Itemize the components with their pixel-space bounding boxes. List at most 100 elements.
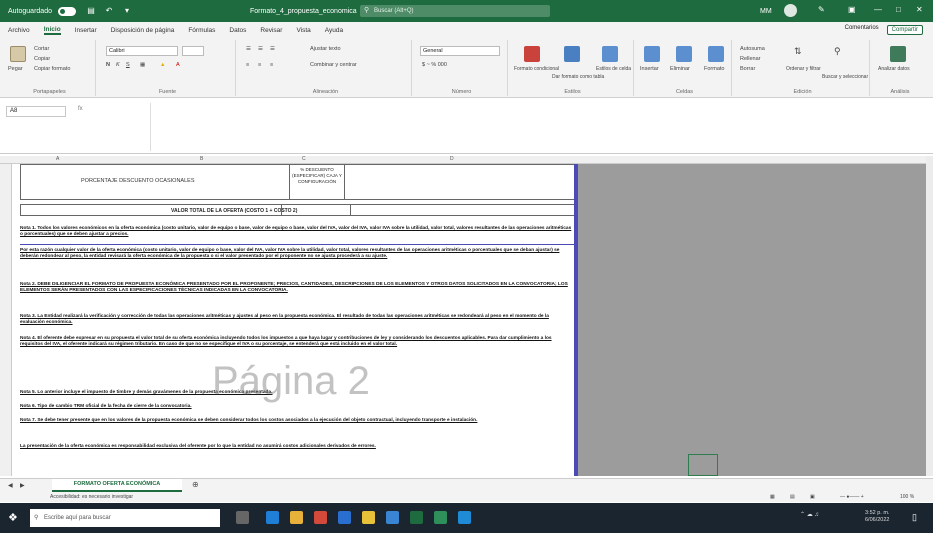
font-name-select[interactable]: Calibri xyxy=(106,46,178,56)
total-value-cell[interactable] xyxy=(281,205,351,215)
app-icon-mail[interactable] xyxy=(386,511,399,524)
edge-icon[interactable] xyxy=(266,511,279,524)
align-center-icon[interactable]: ≡ xyxy=(258,62,261,68)
align-middle-icon[interactable]: ☰ xyxy=(258,46,263,52)
zoom-slider[interactable]: — ●—— + xyxy=(840,494,864,500)
close-icon[interactable]: ✕ xyxy=(916,5,923,14)
add-sheet-icon[interactable]: ⊕ xyxy=(192,480,199,489)
tab-file[interactable]: Archivo xyxy=(8,27,30,34)
conditional-format-icon[interactable] xyxy=(524,46,540,62)
column-header[interactable]: D xyxy=(450,156,454,162)
excel-icon[interactable] xyxy=(410,511,423,524)
notification-icon[interactable]: ▯ xyxy=(912,512,917,523)
comments-button[interactable]: Comentarios xyxy=(845,25,879,35)
number-format-select[interactable]: General xyxy=(420,46,500,56)
minimize-icon[interactable]: — xyxy=(874,5,882,14)
align-bottom-icon[interactable]: ☰ xyxy=(270,46,275,52)
borders-icon[interactable]: ▦ xyxy=(140,62,145,68)
accessibility-status[interactable]: Accesibilidad: es necesario investigar xyxy=(50,494,133,500)
bold-icon[interactable]: N xyxy=(106,62,110,68)
font-color-icon[interactable]: A xyxy=(176,62,180,68)
format-cells-icon[interactable] xyxy=(708,46,724,62)
vertical-scrollbar[interactable] xyxy=(926,156,933,476)
find-select-icon[interactable]: ⚲ xyxy=(834,46,841,57)
app-icon-blue[interactable] xyxy=(338,511,351,524)
page-break-view-icon[interactable]: ▣ xyxy=(810,494,815,500)
file-explorer-icon[interactable] xyxy=(290,511,303,524)
page-layout-view-icon[interactable]: ▤ xyxy=(790,494,795,500)
app-icon-green[interactable] xyxy=(434,511,447,524)
clear-button[interactable]: Borrar xyxy=(740,66,755,72)
analyze-data-icon[interactable] xyxy=(890,46,906,62)
tab-home[interactable]: Inicio xyxy=(43,26,61,35)
align-top-icon[interactable]: ☰ xyxy=(246,46,251,52)
formula-input[interactable] xyxy=(150,103,926,151)
fill-color-icon[interactable]: ▲ xyxy=(160,62,165,68)
conditional-format-button[interactable]: Formato condicional xyxy=(514,66,559,72)
column-header[interactable]: B xyxy=(200,156,203,162)
delete-cells-button[interactable]: Eliminar xyxy=(670,66,690,72)
search-box[interactable]: ⚲ Buscar (Alt+Q) xyxy=(360,5,550,17)
autosum-button[interactable]: Autosuma xyxy=(740,46,765,52)
task-view-icon[interactable] xyxy=(236,511,249,524)
next-sheet-icon[interactable]: ▶ xyxy=(20,482,25,489)
insert-cells-icon[interactable] xyxy=(644,46,660,62)
pen-icon[interactable]: ✎ xyxy=(818,5,825,14)
undo-icon[interactable]: ↶ xyxy=(104,6,114,16)
merge-center-button[interactable]: Combinar y centrar xyxy=(310,62,357,68)
customize-icon[interactable]: ▾ xyxy=(122,6,132,16)
currency-icon[interactable]: $ ~ % 000 xyxy=(422,62,447,68)
sheet-tab-formato[interactable]: FORMATO OFERTA ECONÓMICA xyxy=(52,479,182,492)
system-tray[interactable]: ⌃ ☁ ♫ xyxy=(800,511,819,518)
clock[interactable]: 3:52 p. m. 6/06/2022 xyxy=(865,510,889,524)
font-size-select[interactable] xyxy=(182,46,204,56)
sort-filter-icon[interactable]: ⇅ xyxy=(794,46,802,57)
tab-page-layout[interactable]: Disposición de página xyxy=(111,27,175,34)
zoom-level[interactable]: 100 % xyxy=(900,494,914,500)
italic-icon[interactable]: K xyxy=(116,62,120,68)
tab-view[interactable]: Vista xyxy=(296,27,310,34)
copy-button[interactable]: Copiar xyxy=(34,56,50,62)
ribbon-display-icon[interactable]: ▣ xyxy=(848,5,856,14)
normal-view-icon[interactable]: ▦ xyxy=(770,494,775,500)
paste-icon[interactable] xyxy=(10,46,26,62)
underline-icon[interactable]: S xyxy=(126,62,130,68)
taskbar-search[interactable]: ⚲ Escribe aquí para buscar xyxy=(30,509,220,527)
tab-insert[interactable]: Insertar xyxy=(75,27,97,34)
tab-help[interactable]: Ayuda xyxy=(325,27,343,34)
sort-filter-button[interactable]: Ordenar y filtrar xyxy=(786,66,821,72)
cut-button[interactable]: Cortar xyxy=(34,46,49,52)
align-right-icon[interactable]: ≡ xyxy=(270,62,273,68)
share-button[interactable]: Compartir xyxy=(886,25,923,35)
column-header[interactable]: C xyxy=(302,156,306,162)
autosave-toggle[interactable] xyxy=(57,6,76,16)
format-table-icon[interactable] xyxy=(564,46,580,62)
tab-review[interactable]: Revisar xyxy=(260,27,282,34)
tab-data[interactable]: Datos xyxy=(229,27,246,34)
chrome-icon[interactable] xyxy=(362,511,375,524)
align-left-icon[interactable]: ≡ xyxy=(246,62,249,68)
column-header[interactable]: A xyxy=(56,156,59,162)
fill-button[interactable]: Rellenar xyxy=(740,56,760,62)
tab-formulas[interactable]: Fórmulas xyxy=(188,27,215,34)
name-box[interactable]: A8 xyxy=(6,106,66,117)
cell-styles-icon[interactable] xyxy=(602,46,618,62)
format-table-button[interactable]: Dar formato como tabla xyxy=(552,74,604,80)
format-painter-button[interactable]: Copiar formato xyxy=(34,66,70,72)
paste-button[interactable]: Pegar xyxy=(8,66,23,72)
windows-start-icon[interactable]: ❖ xyxy=(8,512,20,524)
delete-cells-icon[interactable] xyxy=(676,46,692,62)
find-select-button[interactable]: Buscar y seleccionar xyxy=(822,74,868,80)
wrap-text-button[interactable]: Ajustar texto xyxy=(310,46,341,52)
maximize-icon[interactable]: □ xyxy=(896,5,901,14)
app-icon-red[interactable] xyxy=(314,511,327,524)
prev-sheet-icon[interactable]: ◀ xyxy=(8,482,13,489)
analyze-data-button[interactable]: Analizar datos xyxy=(878,66,910,72)
insert-cells-button[interactable]: Insertar xyxy=(640,66,659,72)
avatar[interactable] xyxy=(784,4,797,17)
selected-cell[interactable] xyxy=(688,454,718,476)
format-cells-button[interactable]: Formato xyxy=(704,66,724,72)
save-icon[interactable]: ▤ xyxy=(86,6,96,16)
fx-icon[interactable]: fx xyxy=(78,106,83,112)
app-icon-word[interactable] xyxy=(458,511,471,524)
